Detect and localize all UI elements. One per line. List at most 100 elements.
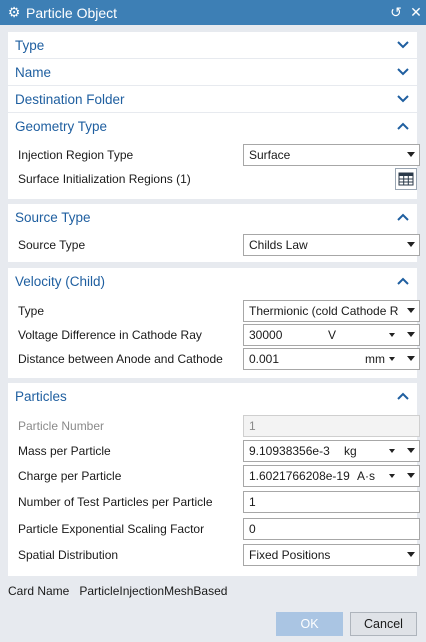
cancel-button[interactable]: Cancel (350, 612, 417, 636)
particle-number-input: 1 (243, 415, 420, 437)
dropdown-arrow-icon (407, 552, 415, 557)
voltage-row: Voltage Difference in Cathode Ray 30000 … (18, 324, 420, 346)
injection-region-label: Injection Region Type (18, 148, 134, 162)
spatial-row: Spatial Distribution Fixed Positions (18, 544, 420, 566)
injection-region-value: Surface (249, 148, 291, 162)
charge-unit[interactable]: A·s (357, 469, 375, 483)
unit-dropdown-icon[interactable] (389, 357, 395, 361)
section-destination-title: Destination Folder (15, 91, 125, 107)
surface-regions-label: Surface Initialization Regions (1) (18, 172, 191, 186)
section-particles-header[interactable]: Particles (8, 383, 417, 409)
injection-region-row: Injection Region Type Surface (18, 144, 420, 166)
dropdown-arrow-icon (407, 356, 415, 361)
table-icon[interactable] (395, 168, 417, 190)
source-type-select[interactable]: Childs Law (243, 234, 420, 256)
section-geometry-title: Geometry Type (15, 118, 108, 134)
gear-icon: ⚙ (7, 4, 21, 20)
distance-label: Distance between Anode and Cathode (18, 352, 223, 366)
scaling-value: 0 (249, 522, 256, 536)
mass-unit[interactable]: kg (344, 444, 357, 458)
section-velocity: Velocity (Child) Type Thermionic (cold C… (8, 268, 420, 378)
charge-input[interactable]: 1.6021766208e-19 A·s (243, 465, 420, 487)
velocity-type-label: Type (18, 304, 45, 318)
spatial-label: Spatial Distribution (18, 548, 119, 562)
unit-dropdown-icon[interactable] (389, 474, 395, 478)
unit-dropdown-icon[interactable] (389, 449, 395, 453)
distance-row: Distance between Anode and Cathode 0.001… (18, 348, 420, 370)
charge-row: Charge per Particle 1.6021766208e-19 A·s (18, 465, 420, 487)
chevron-up-icon (397, 213, 411, 221)
source-type-label: Source Type (18, 238, 86, 252)
chevron-down-icon (397, 68, 411, 76)
section-type-title: Type (15, 37, 45, 53)
reset-icon[interactable]: ↺ (386, 4, 406, 21)
particle-number-row: Particle Number 1 (18, 415, 420, 437)
source-type-value: Childs Law (249, 238, 308, 252)
chevron-up-icon (397, 277, 411, 285)
distance-value: 0.001 (249, 352, 280, 366)
test-particles-label: Number of Test Particles per Particle (18, 495, 213, 509)
chevron-down-icon (397, 95, 411, 103)
section-type: Type (8, 32, 417, 58)
section-destination-header[interactable]: Destination Folder (8, 86, 417, 112)
particle-number-label: Particle Number (18, 419, 105, 433)
window-title: Particle Object (26, 4, 118, 21)
card-name-value: ParticleInjectionMeshBased (79, 584, 228, 598)
voltage-input[interactable]: 30000 V (243, 324, 420, 346)
unit-dropdown-icon[interactable] (389, 333, 395, 337)
chevron-down-icon (397, 41, 411, 49)
section-name-header[interactable]: Name (8, 59, 417, 85)
source-type-row: Source Type Childs Law (18, 234, 420, 256)
section-name: Name (8, 59, 417, 85)
charge-label: Charge per Particle (18, 469, 122, 483)
section-type-header[interactable]: Type (8, 32, 417, 58)
scaling-input[interactable]: 0 (243, 518, 420, 540)
test-particles-row: Number of Test Particles per Particle 1 (18, 491, 420, 513)
spatial-value: Fixed Positions (249, 548, 331, 562)
chevron-up-icon (397, 122, 411, 130)
dropdown-arrow-icon (407, 332, 415, 337)
section-particles-title: Particles (15, 388, 67, 404)
section-name-title: Name (15, 64, 52, 80)
surface-regions-row: Surface Initialization Regions (1) (18, 168, 417, 190)
velocity-type-select[interactable]: Thermionic (cold Cathode R (243, 300, 420, 322)
section-geometry-header[interactable]: Geometry Type (8, 113, 417, 139)
section-geometry-type: Geometry Type Injection Region Type Surf… (8, 113, 420, 199)
voltage-value: 30000 (249, 328, 283, 342)
section-velocity-title: Velocity (Child) (15, 273, 106, 289)
card-name-label: Card Name (8, 584, 70, 598)
injection-region-select[interactable]: Surface (243, 144, 420, 166)
voltage-unit[interactable]: V (328, 328, 336, 342)
close-icon[interactable]: ✕ (406, 4, 426, 21)
scaling-label: Particle Exponential Scaling Factor (18, 522, 205, 536)
distance-unit[interactable]: mm (365, 352, 385, 366)
charge-value: 1.6021766208e-19 (249, 469, 350, 483)
section-source-type: Source Type Source Type Childs Law (8, 204, 420, 262)
dropdown-arrow-icon (407, 152, 415, 157)
scaling-row: Particle Exponential Scaling Factor 0 (18, 518, 420, 540)
voltage-label: Voltage Difference in Cathode Ray (18, 328, 202, 342)
test-particles-input[interactable]: 1 (243, 491, 420, 513)
spatial-select[interactable]: Fixed Positions (243, 544, 420, 566)
section-source-title: Source Type (15, 209, 91, 225)
dropdown-arrow-icon (407, 242, 415, 247)
mass-label: Mass per Particle (18, 444, 111, 458)
section-particles: Particles Particle Number 1 Mass per Par… (8, 383, 420, 576)
dropdown-arrow-icon (407, 448, 415, 453)
title-bar: ⚙ Particle Object ↺ ✕ (0, 0, 426, 25)
dropdown-arrow-icon (407, 308, 415, 313)
section-destination-folder: Destination Folder (8, 86, 417, 112)
velocity-type-row: Type Thermionic (cold Cathode R (18, 300, 420, 322)
ok-button[interactable]: OK (276, 612, 343, 636)
distance-input[interactable]: 0.001 mm (243, 348, 420, 370)
section-velocity-header[interactable]: Velocity (Child) (8, 268, 417, 294)
mass-input[interactable]: 9.10938356e-3 kg (243, 440, 420, 462)
card-name: Card Name ParticleInjectionMeshBased (8, 584, 227, 598)
mass-value: 9.10938356e-3 (249, 444, 330, 458)
chevron-up-icon (397, 392, 411, 400)
particle-number-value: 1 (249, 419, 256, 433)
velocity-type-value: Thermionic (cold Cathode R (249, 304, 399, 318)
mass-row: Mass per Particle 9.10938356e-3 kg (18, 440, 420, 462)
section-source-header[interactable]: Source Type (8, 204, 417, 230)
dropdown-arrow-icon (407, 473, 415, 478)
